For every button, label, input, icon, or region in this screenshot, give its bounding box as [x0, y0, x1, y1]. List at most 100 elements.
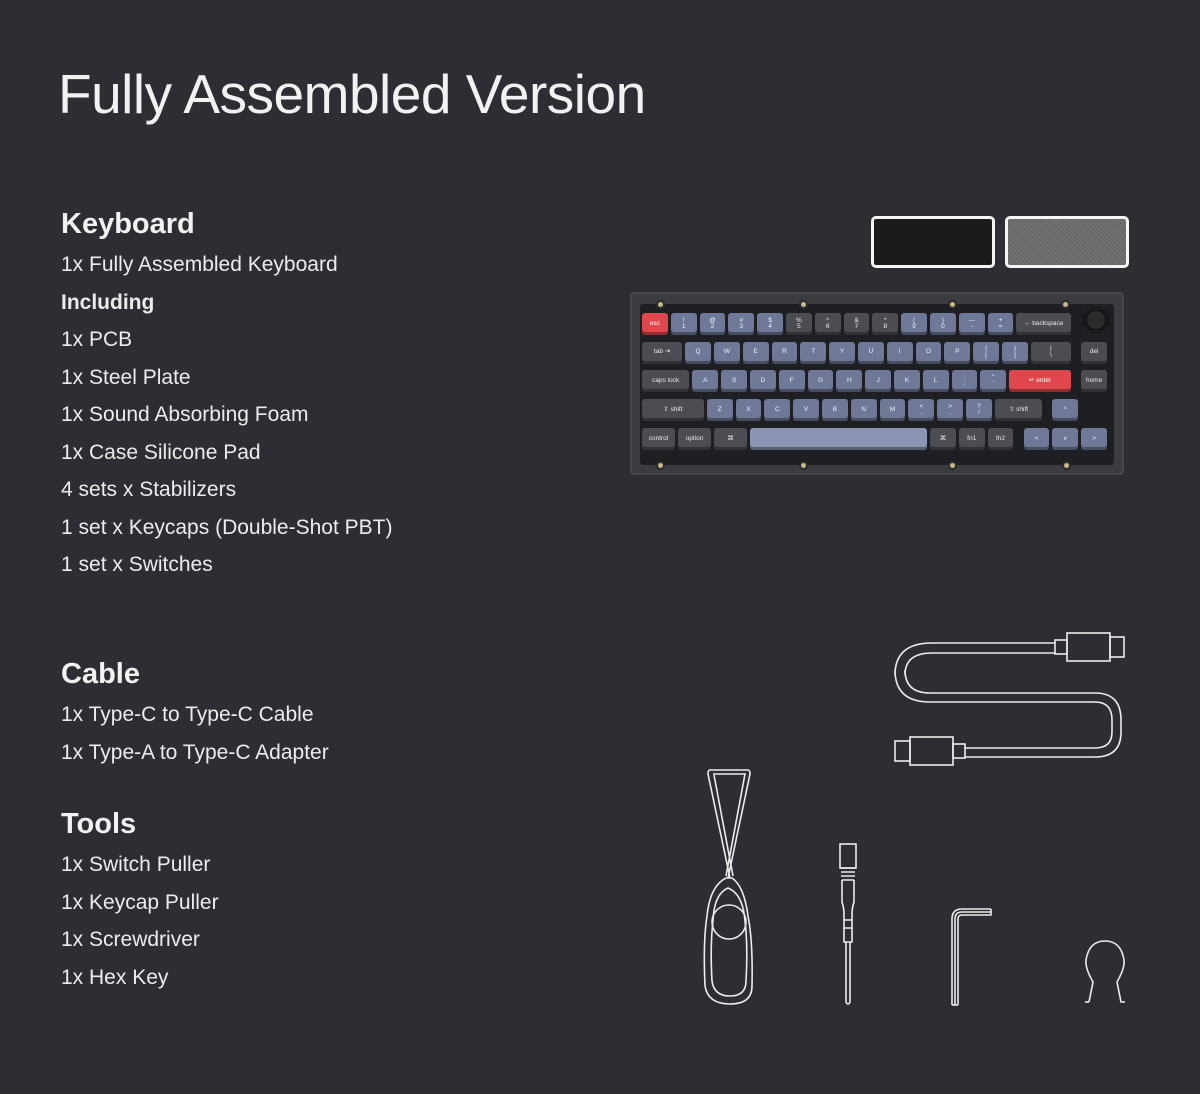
- keycap: Y: [829, 341, 855, 364]
- keycap: fn1: [958, 427, 985, 450]
- keycap: esc: [642, 313, 668, 335]
- switch-puller-icon: [703, 769, 753, 1005]
- color-swatch-black[interactable]: [871, 216, 995, 268]
- tools-list-item: 1x Screwdriver: [61, 928, 200, 951]
- keycap: A: [692, 370, 719, 393]
- keycap: " ': [980, 370, 1007, 393]
- keycap: J: [865, 370, 891, 393]
- tools-list-item: 1x Switch Puller: [61, 853, 211, 876]
- keycap: Z: [706, 399, 733, 422]
- keycap: % 5: [786, 313, 812, 335]
- keycap: ( 9: [901, 313, 927, 335]
- keycap: tab ⇥: [642, 341, 683, 364]
- keycap: $ 4: [757, 313, 783, 335]
- keycap: <: [1023, 427, 1050, 450]
- screwdriver-icon: [839, 843, 857, 1005]
- keycap: V: [793, 399, 819, 422]
- keycap: { [: [973, 341, 999, 364]
- keycap: ⇧ shift: [642, 399, 704, 422]
- keycap: fn2: [987, 427, 1014, 450]
- keycap: F: [778, 370, 805, 393]
- keycap: M: [879, 399, 906, 422]
- keycap: | \: [1030, 341, 1071, 364]
- screw: [950, 463, 955, 468]
- tools-section: Tools 1x Switch Puller 1x Keycap Puller 1x…: [61, 808, 219, 996]
- screw: [1063, 302, 1068, 307]
- keycap: P: [944, 341, 971, 364]
- usb-c-cable-icon: [894, 632, 1125, 766]
- screw: [801, 463, 806, 468]
- keyboard-list-item: 1x Fully Assembled Keyboard: [61, 253, 338, 276]
- keycap: B: [822, 399, 848, 422]
- keycap: & 7: [843, 313, 870, 335]
- cable-heading: Cable: [61, 658, 140, 690]
- keyboard-list-item: 1x Sound Absorbing Foam: [61, 403, 309, 426]
- keycap: X: [735, 399, 762, 422]
- keycap: ) 0: [930, 313, 956, 335]
- keycap: del: [1081, 341, 1107, 364]
- keycap: ← backspace: [1016, 313, 1071, 335]
- keycap: L: [922, 370, 949, 393]
- tools-list-item: 1x Hex Key: [61, 965, 169, 989]
- keycap: U: [858, 341, 884, 364]
- keyboard-heading: Keyboard: [61, 208, 195, 240]
- color-swatch-gray[interactable]: [1005, 216, 1129, 268]
- keycap: G: [807, 370, 834, 393]
- keycap: v: [1052, 427, 1079, 450]
- keycap: D: [750, 370, 776, 393]
- keycap: R: [771, 341, 798, 364]
- screw: [658, 302, 663, 307]
- screw: [950, 302, 955, 307]
- keycap: H: [836, 370, 863, 393]
- keyboard-list-item: 1x PCB: [61, 328, 133, 351]
- keycap: Q: [685, 341, 711, 364]
- rotary-knob: [1085, 309, 1107, 331]
- keycap: caps lock: [642, 370, 690, 393]
- screw: [658, 463, 663, 468]
- keyboard-subheading: Including: [61, 290, 155, 314]
- keycap: >: [1081, 427, 1107, 450]
- screw: [801, 302, 806, 307]
- keycap: E: [742, 341, 769, 364]
- keycap: S: [721, 370, 747, 393]
- keycap: ⇧ shift: [994, 399, 1043, 422]
- keycap: — -: [958, 313, 985, 335]
- keyboard-image: esc! 1 @ 2 # 3 $ 4% 5 ^ 6 & 7 * 8( 9) 0— - + = ←…: [630, 292, 1124, 475]
- keycap: W: [714, 341, 740, 364]
- keycap: > .: [937, 399, 963, 422]
- keyboard-list-item: 1 set x Switches: [61, 553, 213, 576]
- keycap: home: [1081, 370, 1107, 393]
- keycap: K: [894, 370, 920, 393]
- keyboard-section: Keyboard 1x Fully Assembled Keyboard Incl…: [61, 208, 392, 584]
- cable-list-item: 1x Type-C to Type-C Cable: [61, 703, 314, 726]
- keycap-puller-icon: [1085, 940, 1125, 1003]
- cable-list-item: 1x Type-A to Type-C Adapter: [61, 740, 329, 764]
- hex-key-icon: [951, 908, 992, 1006]
- keycap: [750, 427, 927, 450]
- keycap: C: [764, 399, 791, 422]
- keyboard-list-item: 4 sets x Stabilizers: [61, 478, 237, 501]
- keycap: ? /: [966, 399, 992, 422]
- keycap: O: [915, 341, 942, 364]
- keycap: ⌘: [714, 427, 747, 450]
- keycap: @ 2: [699, 313, 726, 335]
- keycap: ⌘: [930, 427, 956, 450]
- keycap: < ,: [908, 399, 935, 422]
- keycap: control: [642, 427, 675, 450]
- page-title: Fully Assembled Version: [58, 63, 646, 125]
- keycap: ^: [1052, 399, 1079, 422]
- screw: [1064, 463, 1069, 468]
- tools-list-item: 1x Keycap Puller: [61, 890, 219, 914]
- cable-section: Cable 1x Type-C to Type-C Cable 1x Type-A…: [61, 658, 329, 771]
- keycap: N: [850, 399, 877, 422]
- keycap: : ;: [951, 370, 978, 393]
- keycap: option: [678, 427, 711, 450]
- keycap: ^ 6: [814, 313, 841, 335]
- keycap: ↵ enter: [1009, 370, 1071, 393]
- tools-heading: Tools: [61, 808, 137, 840]
- keyboard-list-item: 1 set x Keycaps (Double-Shot PBT): [61, 515, 393, 539]
- keycap: * 8: [872, 313, 899, 335]
- keycap: T: [800, 341, 827, 364]
- keycap: # 3: [728, 313, 755, 335]
- keyboard-list-item: 1x Case Silicone Pad: [61, 440, 261, 464]
